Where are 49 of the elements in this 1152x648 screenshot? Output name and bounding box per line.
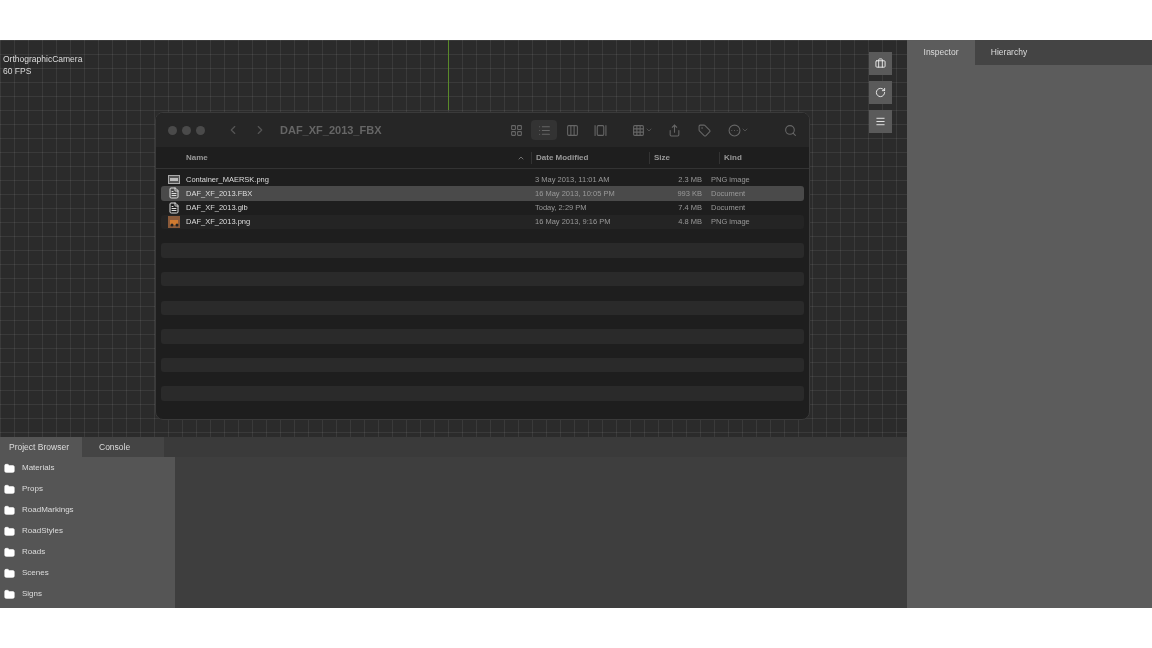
- panel-tab[interactable]: Inspector: [907, 40, 975, 65]
- column-header[interactable]: Size: [654, 152, 670, 162]
- column-header[interactable]: Date Modified: [536, 152, 589, 162]
- columns-icon: [565, 123, 579, 137]
- group-button[interactable]: [632, 123, 653, 137]
- icon-grid-icon: [509, 123, 523, 137]
- refresh-button[interactable]: [869, 81, 892, 104]
- more-button[interactable]: [728, 123, 749, 137]
- document-icon: [167, 201, 180, 214]
- column-header[interactable]: Kind: [724, 152, 742, 162]
- folder-name: Signs: [22, 588, 42, 600]
- folder-name: RoadMarkings: [22, 504, 74, 516]
- chevron-down-icon: [741, 126, 749, 134]
- folder-name: Props: [22, 483, 43, 495]
- folder-icon: [4, 504, 15, 516]
- column-header[interactable]: Name: [186, 151, 208, 164]
- window-title: DAF_XF_2013_FBX: [280, 122, 382, 138]
- menu-button[interactable]: [869, 110, 892, 133]
- panel-tab[interactable]: Project Browser: [0, 437, 82, 457]
- tag-icon[interactable]: [698, 123, 711, 137]
- briefcase-button[interactable]: [869, 52, 892, 75]
- folder-icon: [4, 546, 15, 558]
- menu-icon: [875, 116, 886, 127]
- gallery-icon: [593, 123, 607, 137]
- grid-icon: [632, 123, 645, 137]
- folder-name: RoadStyles: [22, 525, 63, 537]
- folder-icon: [4, 483, 15, 495]
- camera-label: OrthographicCamera: [3, 53, 83, 65]
- axis-line: [448, 40, 449, 110]
- chevron-down-icon: [645, 126, 653, 134]
- refresh-icon: [875, 87, 886, 98]
- ellipsis-icon: [728, 123, 741, 137]
- share-icon[interactable]: [668, 123, 681, 137]
- folder-name: Roads: [22, 546, 46, 558]
- folder-icon: [4, 588, 15, 600]
- briefcase-icon: [875, 58, 886, 69]
- view-mode-button[interactable]: [531, 120, 557, 140]
- folder-name: Materials: [22, 462, 55, 474]
- folder-name: Scenes: [22, 567, 49, 579]
- image-thumbnail-icon: [167, 216, 180, 229]
- panel-tab[interactable]: Console: [82, 437, 164, 457]
- fps-label: 60 FPS: [3, 65, 33, 77]
- folder-icon: [4, 567, 15, 579]
- image-thumbnail-icon: [167, 174, 180, 184]
- document-icon: [167, 187, 180, 200]
- folder-icon: [4, 462, 15, 474]
- folder-icon: [4, 525, 15, 537]
- list-icon: [537, 123, 551, 137]
- search-icon[interactable]: [784, 123, 797, 137]
